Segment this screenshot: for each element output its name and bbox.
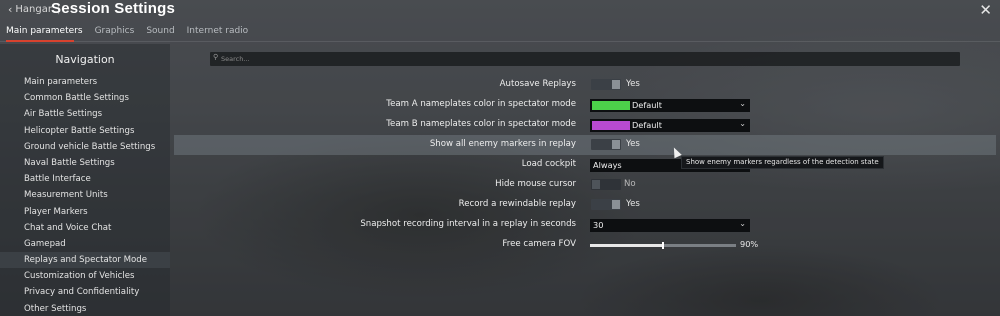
setting-label: Team A nameplates color in spectator mod…: [386, 99, 576, 109]
sidebar-item-helicopter-battle-settings[interactable]: Helicopter Battle Settings: [0, 123, 170, 139]
toggle-knob: [612, 200, 620, 209]
free-camera-fov-slider[interactable]: [590, 242, 736, 249]
setting-label: Autosave Replays: [499, 79, 576, 89]
setting-label: Snapshot recording interval in a replay …: [360, 219, 576, 229]
snapshot-interval-select[interactable]: 30 ⌄: [590, 219, 750, 232]
show-enemy-markers-toggle[interactable]: [591, 139, 621, 150]
toggle-knob: [612, 80, 620, 89]
setting-label: Free camera FOV: [502, 239, 576, 249]
color-swatch: [592, 121, 630, 130]
slider-fill: [590, 244, 663, 247]
color-swatch: [592, 101, 630, 110]
sidebar-item-replays-and-spectator-mode[interactable]: Replays and Spectator Mode: [0, 252, 170, 269]
sidebar-item-privacy-and-confidentiality[interactable]: Privacy and Confidentiality: [0, 284, 170, 300]
sidebar-item-gamepad[interactable]: Gamepad: [0, 236, 170, 252]
tab-divider: [0, 41, 1000, 42]
setting-row-autosave-replays: Autosave Replays Yes: [174, 75, 996, 95]
sidebar-item-player-markers[interactable]: Player Markers: [0, 204, 170, 220]
tooltip: Show enemy markers regardless of the det…: [681, 156, 884, 169]
setting-label: Record a rewindable replay: [458, 199, 576, 209]
chevron-down-icon: ⌄: [739, 119, 746, 128]
setting-label: Hide mouse cursor: [495, 179, 576, 189]
sidebar-item-main-parameters[interactable]: Main parameters: [0, 74, 170, 90]
sidebar-item-other-settings[interactable]: Other Settings: [0, 301, 170, 316]
search-icon: ⚲: [213, 53, 219, 61]
navigation-title: Navigation: [55, 53, 115, 66]
rewindable-replay-toggle[interactable]: [591, 199, 621, 210]
setting-row-team-a-color: Team A nameplates color in spectator mod…: [174, 95, 996, 115]
navigation-sidebar: Navigation Main parameters Common Battle…: [0, 44, 170, 316]
select-value: Default: [632, 120, 662, 130]
setting-row-rewindable-replay: Record a rewindable replay Yes: [174, 195, 996, 215]
page-title: Session Settings: [51, 0, 176, 17]
chevron-left-icon: ‹: [8, 2, 13, 16]
autosave-replays-toggle[interactable]: [591, 79, 621, 90]
sidebar-item-air-battle-settings[interactable]: Air Battle Settings: [0, 106, 170, 122]
toggle-value: No: [624, 179, 636, 189]
sidebar-item-common-battle-settings[interactable]: Common Battle Settings: [0, 90, 170, 106]
setting-label: Load cockpit: [521, 159, 576, 169]
sidebar-item-battle-interface[interactable]: Battle Interface: [0, 171, 170, 187]
toggle-value: Yes: [626, 199, 640, 209]
search-box[interactable]: ⚲: [210, 52, 960, 66]
setting-row-free-camera-fov: Free camera FOV 90%: [174, 235, 996, 255]
slider-value: 90%: [740, 239, 759, 249]
setting-row-team-b-color: Team B nameplates color in spectator mod…: [174, 115, 996, 135]
select-value: 30: [593, 220, 604, 230]
toggle-value: Yes: [626, 79, 640, 89]
slider-thumb[interactable]: [662, 242, 664, 249]
sidebar-item-customization-of-vehicles[interactable]: Customization of Vehicles: [0, 268, 170, 284]
setting-row-snapshot-interval: Snapshot recording interval in a replay …: [174, 215, 996, 235]
navigation-list: Main parameters Common Battle Settings A…: [0, 74, 170, 316]
active-tab-indicator: [6, 40, 74, 42]
team-b-color-select[interactable]: Default ⌄: [590, 119, 750, 132]
close-icon[interactable]: ✕: [979, 1, 992, 19]
setting-row-hide-mouse-cursor: Hide mouse cursor No: [174, 175, 996, 195]
tab-sound[interactable]: Sound: [140, 22, 180, 41]
tab-graphics[interactable]: Graphics: [89, 22, 141, 41]
select-value: Default: [632, 100, 662, 110]
chevron-down-icon: ⌄: [739, 99, 746, 108]
tab-main-parameters[interactable]: Main parameters: [0, 22, 89, 41]
sidebar-item-naval-battle-settings[interactable]: Naval Battle Settings: [0, 155, 170, 171]
select-value: Always: [593, 160, 622, 170]
sidebar-item-ground-vehicle-battle-settings[interactable]: Ground vehicle Battle Settings: [0, 139, 170, 155]
header: ‹ Hangar | Session Settings ✕: [0, 0, 1000, 20]
setting-label: Team B nameplates color in spectator mod…: [386, 119, 576, 129]
toggle-knob: [592, 180, 600, 189]
back-label: Hangar: [15, 4, 52, 15]
toggle-value: Yes: [626, 139, 640, 149]
toggle-knob: [612, 140, 620, 149]
setting-row-show-enemy-markers: Show all enemy markers in replay Yes: [174, 135, 996, 155]
search-input[interactable]: [221, 52, 941, 66]
team-a-color-select[interactable]: Default ⌄: [590, 99, 750, 112]
sidebar-item-chat-and-voice-chat[interactable]: Chat and Voice Chat: [0, 220, 170, 236]
chevron-down-icon: ⌄: [739, 219, 746, 228]
tab-bar: Main parameters Graphics Sound Internet …: [0, 22, 254, 42]
setting-label: Show all enemy markers in replay: [429, 139, 576, 149]
sidebar-item-measurement-units[interactable]: Measurement Units: [0, 187, 170, 203]
hide-mouse-cursor-toggle[interactable]: [591, 179, 621, 190]
tab-internet-radio[interactable]: Internet radio: [181, 22, 255, 41]
